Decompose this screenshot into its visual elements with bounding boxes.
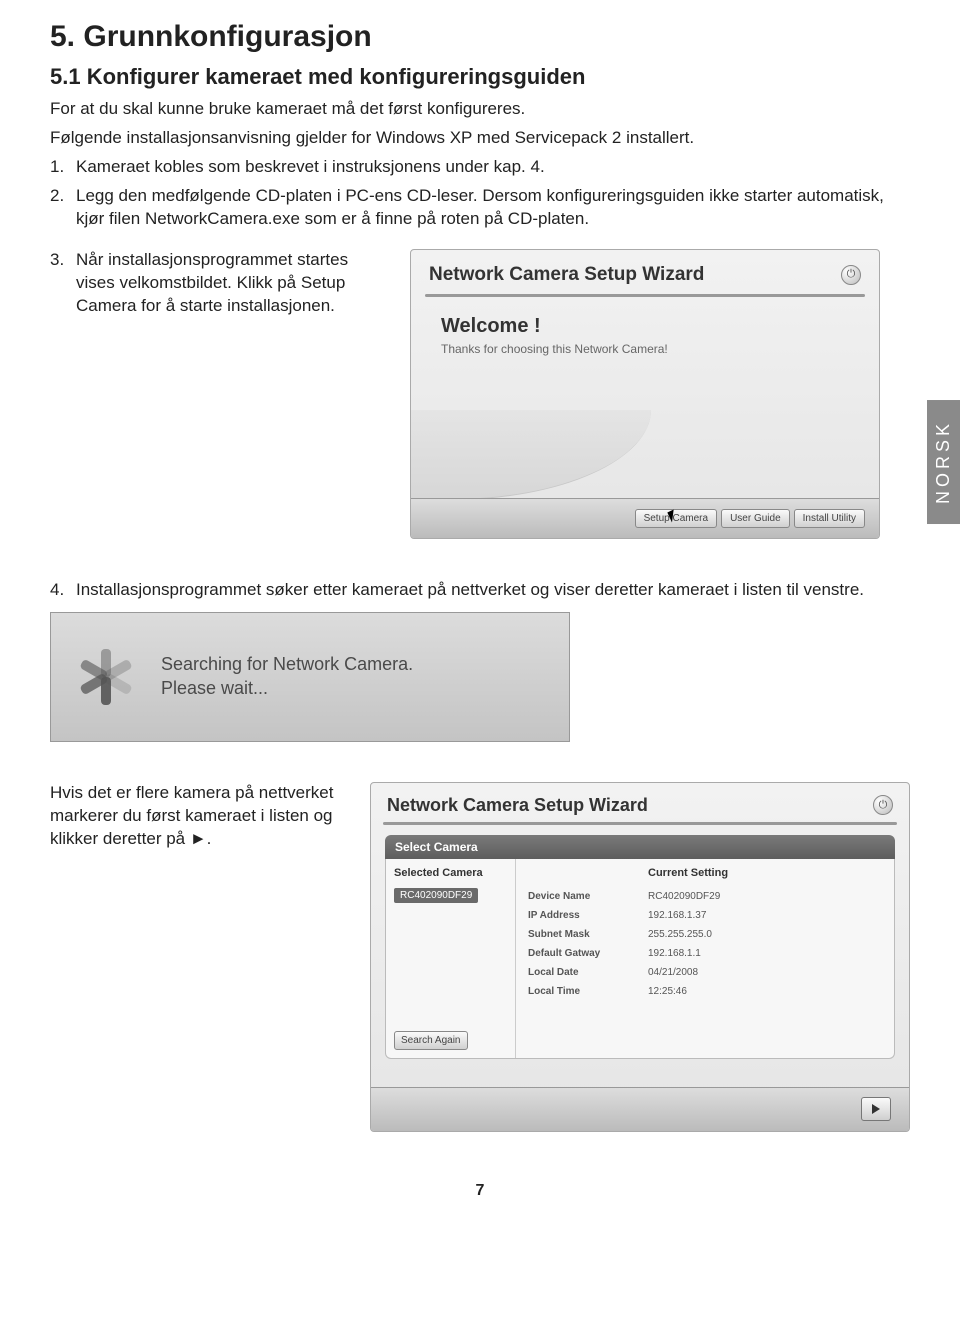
intro-text-2: Følgende installasjonsanvisning gjelder … <box>50 127 910 150</box>
setting-row: Subnet Mask255.255.255.0 <box>528 925 882 944</box>
searching-line-2: Please wait... <box>161 677 413 700</box>
setting-value: RC402090DF29 <box>648 891 720 902</box>
setting-row: Default Gatway192.168.1.1 <box>528 944 882 963</box>
step-1: 1. Kameraet kobles som beskrevet i instr… <box>50 156 910 179</box>
step-4: 4. Installasjonsprogrammet søker etter k… <box>50 579 910 602</box>
decorative-swoosh <box>411 410 651 500</box>
setting-key: Default Gatway <box>528 948 648 959</box>
wizard-title: Network Camera Setup Wizard <box>429 264 704 286</box>
selected-camera-column-header: Selected Camera <box>394 867 507 885</box>
setting-value: 255.255.255.0 <box>648 929 712 940</box>
setting-value: 12:25:46 <box>648 986 687 997</box>
current-setting-column-header: Current Setting <box>648 867 728 879</box>
user-guide-button[interactable]: User Guide <box>721 509 790 528</box>
step-1-text: Kameraet kobles som beskrevet i instruks… <box>76 156 910 179</box>
step-2-number: 2. <box>50 185 76 231</box>
setting-value: 192.168.1.1 <box>648 948 701 959</box>
setting-key: Local Time <box>528 986 648 997</box>
setting-value: 192.168.1.37 <box>648 910 706 921</box>
step-4-number: 4. <box>50 579 76 602</box>
welcome-subtext: Thanks for choosing this Network Camera! <box>441 342 849 356</box>
setting-value: 04/21/2008 <box>648 967 698 978</box>
select-camera-header: Select Camera <box>385 835 895 859</box>
welcome-heading: Welcome ! <box>441 315 849 338</box>
heading-2: 5.1 Konfigurer kameraet med konfigurerin… <box>50 64 910 90</box>
setting-row: Local Time12:25:46 <box>528 982 882 1001</box>
setting-row: IP Address192.168.1.37 <box>528 906 882 925</box>
setting-key: Subnet Mask <box>528 929 648 940</box>
camera-list-item[interactable]: RC402090DF29 <box>394 888 478 903</box>
spinner-icon <box>73 644 139 710</box>
wizard2-title: Network Camera Setup Wizard <box>387 795 648 816</box>
intro-text-1: For at du skal kunne bruke kameraet må d… <box>50 98 910 121</box>
step-4-text: Installasjonsprogrammet søker etter kame… <box>76 579 910 602</box>
setting-row: Device NameRC402090DF29 <box>528 887 882 906</box>
step-2: 2. Legg den medfølgende CD-platen i PC-e… <box>50 185 910 231</box>
power-icon[interactable]: ⏻ <box>873 795 893 815</box>
setting-key: Local Date <box>528 967 648 978</box>
step-3-text: Når installasjonsprogrammet startes vise… <box>76 249 390 318</box>
step-1-number: 1. <box>50 156 76 179</box>
step-3: 3. Når installasjonsprogrammet startes v… <box>50 249 390 318</box>
power-icon[interactable]: ⏻ <box>841 265 861 285</box>
setting-row: Local Date04/21/2008 <box>528 963 882 982</box>
page-number: 7 <box>50 1182 910 1200</box>
divider <box>383 822 897 825</box>
install-utility-button[interactable]: Install Utility <box>794 509 865 528</box>
search-again-button[interactable]: Search Again <box>394 1031 468 1050</box>
wizard-select-camera-screenshot: Network Camera Setup Wizard ⏻ Select Cam… <box>370 782 910 1132</box>
step-3-number: 3. <box>50 249 76 318</box>
searching-screenshot: Searching for Network Camera. Please wai… <box>50 612 570 742</box>
setting-key: IP Address <box>528 910 648 921</box>
step-5-text: Hvis det er flere kamera på nettverket m… <box>50 782 350 851</box>
setting-key: Device Name <box>528 891 648 902</box>
searching-line-1: Searching for Network Camera. <box>161 653 413 676</box>
step-2-text: Legg den medfølgende CD-platen i PC-ens … <box>76 185 910 231</box>
language-tab: NORSK <box>927 400 960 524</box>
heading-1: 5. Grunnkonfigurasjon <box>50 20 910 54</box>
next-button[interactable] <box>861 1097 891 1121</box>
wizard-welcome-screenshot: Network Camera Setup Wizard ⏻ Welcome ! … <box>410 249 880 539</box>
